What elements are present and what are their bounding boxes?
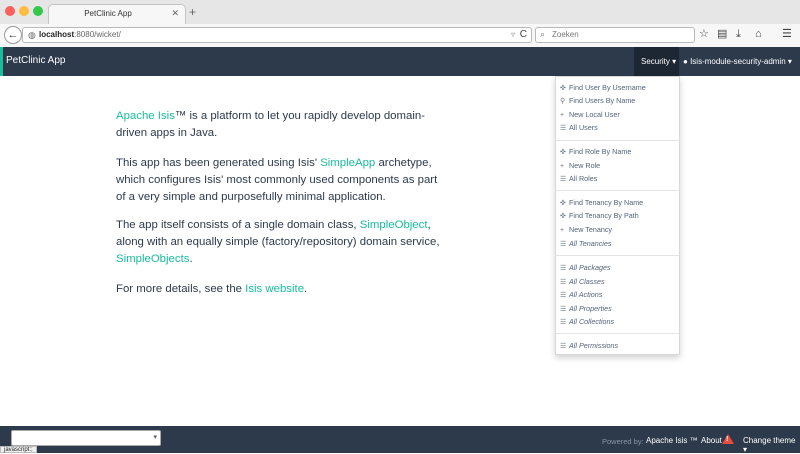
simpleobject-link[interactable]: SimpleObject: [360, 219, 428, 231]
menu-item-new-local-user[interactable]: + New Local User: [560, 110, 620, 119]
simpleobjects-link[interactable]: SimpleObjects: [116, 253, 189, 265]
list-icon: ☰: [560, 319, 567, 326]
intro-paragraph: Apache Isis™ is a platform to let you ra…: [116, 110, 425, 139]
crosshair-icon: ✜: [560, 85, 566, 92]
crosshair-icon: ✜: [560, 149, 566, 156]
menu-item-all-classes[interactable]: ☰ All Classes: [560, 277, 605, 286]
brand-accent: [0, 47, 3, 76]
menu-item-all-users[interactable]: ☰ All Users: [560, 123, 598, 132]
menu-divider: [556, 190, 679, 191]
menu-item-new-role[interactable]: + New Role: [560, 161, 600, 170]
close-window-button[interactable]: [5, 6, 15, 16]
new-tab-button[interactable]: +: [189, 6, 196, 18]
plus-icon: +: [560, 227, 565, 234]
security-dropdown-menu: ✜ Find User By Username ⚲ Find Users By Na…: [555, 76, 680, 355]
footer-select[interactable]: ▾: [11, 430, 161, 446]
back-button[interactable]: ←: [4, 26, 22, 44]
app-brand[interactable]: PetClinic App: [6, 55, 65, 66]
list-icon: ☰: [560, 279, 567, 286]
crosshair-icon: ✜: [560, 200, 566, 207]
status-bar: javascript:;: [0, 446, 37, 453]
simpleapp-paragraph: This app has been generated using Isis' …: [116, 157, 438, 203]
menu-item-all-actions[interactable]: ☰ All Actions: [560, 290, 602, 299]
menu-item-find-tenancy-by-path[interactable]: ✜ Find Tenancy By Path: [560, 211, 639, 220]
about-link[interactable]: About: [701, 436, 722, 445]
apache-isis-footer-link[interactable]: Apache Isis ™: [646, 436, 698, 445]
minimize-window-button[interactable]: [19, 6, 29, 16]
home-icon[interactable]: ⌂: [755, 27, 762, 41]
user-icon: ●: [683, 57, 688, 66]
menu-item-all-packages[interactable]: ☰ All Packages: [560, 263, 611, 272]
details-paragraph: For more details, see the Isis website.: [116, 283, 308, 295]
globe-icon: ◍: [28, 30, 36, 40]
list-icon: ☰: [560, 306, 567, 313]
domain-class-paragraph: The app itself consists of a single doma…: [116, 219, 440, 265]
menu-item-find-users-by-name[interactable]: ⚲ Find Users By Name: [560, 96, 635, 105]
star-icon[interactable]: ☆: [699, 27, 709, 41]
search-icon: ⚲: [560, 98, 566, 105]
menu-item-new-tenancy[interactable]: + New Tenancy: [560, 225, 612, 234]
menu-item-all-roles[interactable]: ☰ All Roles: [560, 174, 597, 183]
user-menu[interactable]: ● Isis-module-security-admin ▾: [683, 57, 792, 66]
list-icon: ☰: [560, 265, 567, 272]
list-icon: ☰: [560, 176, 567, 183]
menu-item-find-role-by-name[interactable]: ✜ Find Role By Name: [560, 147, 631, 156]
apache-isis-link[interactable]: Apache Isis: [116, 110, 175, 122]
browser-chrome: PetClinic App ✕ + ← ◍ localhost:8080/wic…: [0, 0, 800, 47]
reload-icon[interactable]: C: [520, 29, 527, 40]
app-navbar: PetClinic App Security ▾ ● Isis-module-s…: [0, 47, 800, 76]
crosshair-icon: ✜: [560, 213, 566, 220]
simpleapp-link[interactable]: SimpleApp: [320, 157, 375, 169]
security-menu[interactable]: Security ▾: [634, 47, 679, 76]
tab-title: PetClinic App: [84, 9, 132, 18]
url-bar[interactable]: ◍ localhost:8080/wicket/ ▿ C: [22, 27, 532, 43]
url-history-icon[interactable]: ▿: [511, 30, 515, 39]
menu-item-all-permissions[interactable]: ☰ All Permissions: [560, 341, 618, 350]
app-footer: ▾ Powered by: Apache Isis ™ About ! Chan…: [0, 426, 800, 454]
browser-tab[interactable]: PetClinic App ✕: [48, 4, 186, 24]
list-icon: ☰: [560, 343, 567, 350]
plus-icon: +: [560, 112, 565, 119]
menu-item-find-tenancy-by-name[interactable]: ✜ Find Tenancy By Name: [560, 198, 643, 207]
list-icon: ☰: [560, 241, 567, 248]
isis-website-link[interactable]: Isis website: [245, 283, 304, 295]
clipboard-icon[interactable]: ▤: [717, 27, 727, 41]
warning-icon[interactable]: !: [722, 434, 734, 444]
menu-item-all-tenancies[interactable]: ☰ All Tenancies: [560, 239, 612, 248]
plus-icon: +: [560, 163, 565, 170]
search-input[interactable]: ⌕ Zoeken: [535, 27, 695, 43]
menu-divider: [556, 255, 679, 256]
download-icon[interactable]: ⤓: [736, 27, 741, 41]
search-placeholder: Zoeken: [552, 30, 579, 39]
powered-by-label: Powered by:: [602, 437, 644, 446]
change-theme-menu[interactable]: Change theme ▾: [743, 436, 800, 454]
maximize-window-button[interactable]: [33, 6, 43, 16]
tab-close-icon[interactable]: ✕: [171, 8, 179, 19]
list-icon: ☰: [560, 292, 567, 299]
user-menu-label: Isis-module-security-admin ▾: [690, 57, 792, 66]
chevron-down-icon: ▾: [153, 434, 157, 441]
security-menu-label: Security ▾: [641, 57, 677, 66]
menu-item-all-collections[interactable]: ☰ All Collections: [560, 317, 614, 326]
menu-item-find-user-by-username[interactable]: ✜ Find User By Username: [560, 83, 646, 92]
url-text: localhost:8080/wicket/: [39, 30, 121, 39]
menu-divider: [556, 333, 679, 334]
menu-icon[interactable]: ☰: [782, 27, 792, 41]
menu-divider: [556, 140, 679, 141]
list-icon: ☰: [560, 125, 567, 132]
search-icon: ⌕: [540, 29, 546, 39]
menu-item-all-properties[interactable]: ☰ All Properties: [560, 304, 612, 313]
